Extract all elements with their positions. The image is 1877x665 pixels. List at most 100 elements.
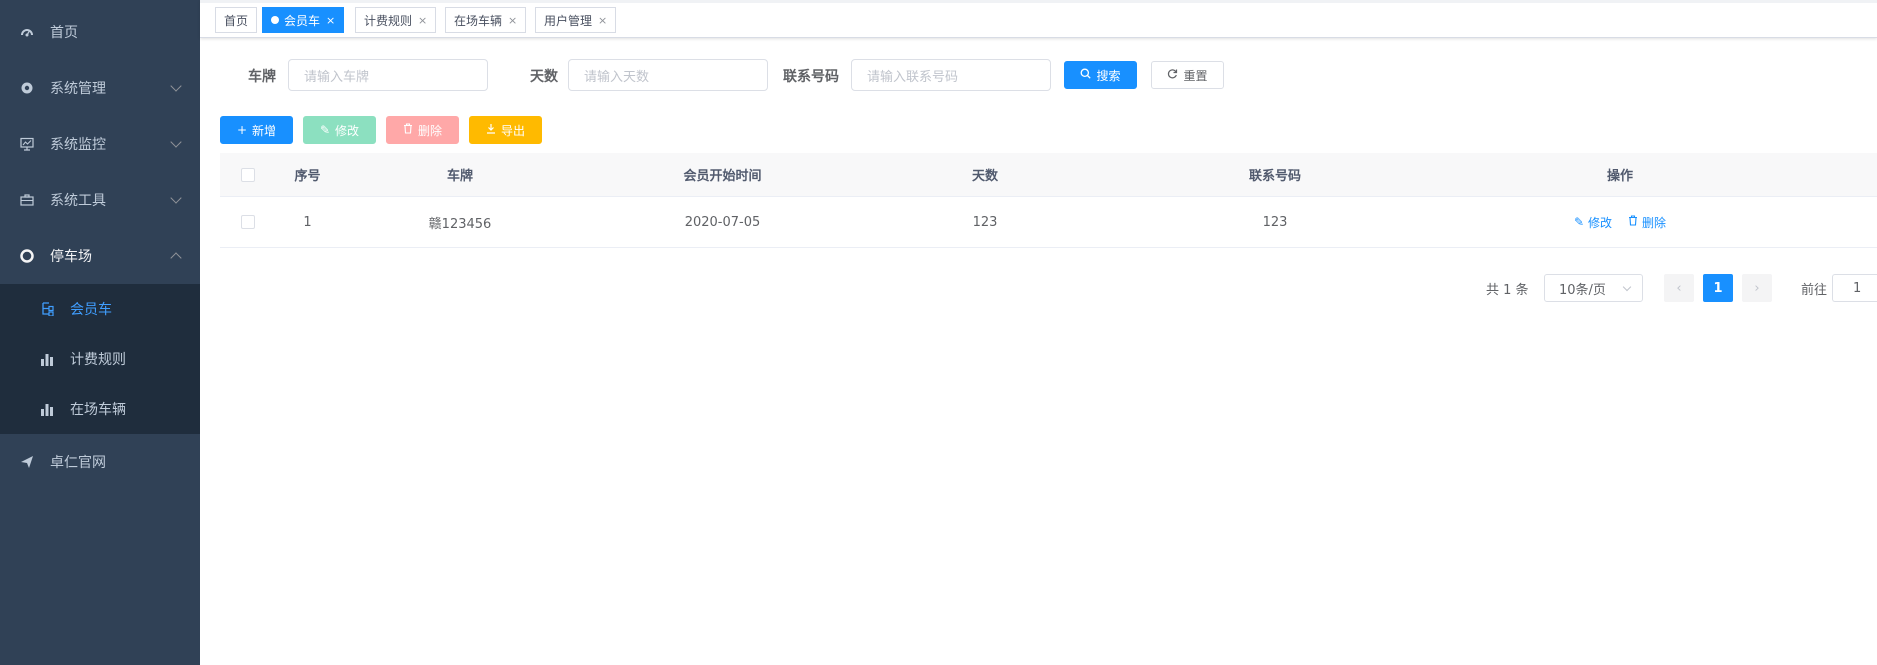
search-button[interactable]: 搜索 — [1064, 61, 1137, 89]
row-edit-link[interactable]: ✎ 修改 — [1574, 214, 1612, 231]
tag-billing-rules[interactable]: 计费规则 × — [355, 7, 437, 33]
chevron-down-icon — [170, 80, 182, 92]
delete-button[interactable]: 删除 — [386, 116, 459, 144]
header-actions: 操作 — [1606, 169, 1633, 184]
sidebar: 首页 系统管理 系统监控 系统工具 停车场 会员车 计费规则 在场车辆 卓仁官网 — [0, 0, 200, 665]
plate-label: 车牌 — [248, 69, 276, 85]
header-plate: 车牌 — [446, 169, 473, 184]
close-icon[interactable]: × — [326, 14, 335, 27]
header-phone: 联系号码 — [1248, 169, 1301, 184]
parking-submenu: 会员车 计费规则 在场车辆 — [0, 284, 200, 434]
sidebar-item-label: 计费规则 — [70, 352, 126, 368]
chevron-down-icon — [170, 136, 182, 148]
sidebar-item-label: 系统监控 — [50, 137, 106, 153]
table-header: 序号 车牌 会员开始时间 天数 联系号码 操作 — [220, 153, 1877, 197]
sidebar-item-label: 系统工具 — [50, 193, 106, 209]
cell-days: 123 — [972, 214, 998, 230]
days-label: 天数 — [530, 69, 558, 85]
tag-user-management[interactable]: 用户管理 × — [535, 7, 617, 33]
tag-label: 在场车辆 — [454, 13, 503, 28]
row-select-cell — [220, 197, 275, 247]
page-1-button[interactable]: 1 — [1703, 274, 1733, 302]
select-all-cell — [220, 153, 275, 196]
add-button[interactable]: + 新增 — [220, 116, 293, 144]
tag-label: 首页 — [224, 13, 249, 28]
chevron-down-icon — [170, 192, 182, 204]
sidebar-item-system-management[interactable]: 系统管理 — [0, 60, 200, 116]
send-icon — [20, 455, 34, 469]
chevron-down-icon — [1622, 282, 1632, 292]
search-icon — [1080, 68, 1092, 82]
pagination-total: 共 1 条 — [1486, 283, 1529, 298]
trash-icon — [403, 123, 413, 137]
tag-label: 会员车 — [284, 13, 321, 28]
header-index: 序号 — [294, 169, 321, 184]
cell-plate: 赣123456 — [428, 216, 492, 232]
select-all-checkbox[interactable] — [240, 167, 255, 182]
sidebar-item-system-monitor[interactable]: 系统监控 — [0, 116, 200, 172]
sidebar-item-label: 系统管理 — [50, 81, 106, 97]
sidebar-item-label: 在场车辆 — [70, 402, 126, 418]
tag-label: 用户管理 — [544, 13, 593, 28]
sidebar-item-billing-rules[interactable]: 计费规则 — [0, 334, 200, 384]
download-icon — [486, 123, 496, 137]
member-car-table: 序号 车牌 会员开始时间 天数 联系号码 操作 1 赣123456 2020-0… — [220, 153, 1877, 248]
export-button[interactable]: 导出 — [469, 116, 542, 144]
chevron-left-icon: ‹ — [1676, 280, 1682, 296]
phone-placeholder: 请输入联系号码 — [867, 69, 959, 85]
chevron-up-icon — [170, 252, 182, 264]
cell-actions: ✎ 修改 删除 — [1445, 197, 1795, 247]
phone-label: 联系号码 — [783, 69, 839, 85]
sidebar-item-label: 会员车 — [70, 302, 112, 318]
cell-index: 1 — [303, 214, 312, 230]
prev-page-button[interactable]: ‹ — [1664, 274, 1694, 302]
sidebar-item-member-car[interactable]: 会员车 — [0, 284, 200, 334]
edit-button[interactable]: ✎ 修改 — [303, 116, 376, 144]
sidebar-item-home[interactable]: 首页 — [0, 4, 200, 60]
header-start-time: 会员开始时间 — [683, 169, 762, 184]
toolbox-icon — [20, 193, 34, 207]
sidebar-item-official-site[interactable]: 卓仁官网 — [0, 434, 200, 490]
edit-icon: ✎ — [319, 123, 331, 137]
dashboard-icon — [20, 25, 34, 39]
edit-icon: ✎ — [1573, 215, 1585, 229]
close-icon[interactable]: × — [418, 14, 427, 27]
sidebar-item-system-tools[interactable]: 系统工具 — [0, 172, 200, 228]
chevron-right-icon: › — [1754, 280, 1760, 296]
row-delete-link[interactable]: 删除 — [1628, 214, 1666, 231]
tag-vehicles-on-site[interactable]: 在场车辆 × — [445, 7, 527, 33]
monitor-icon — [20, 137, 34, 151]
close-icon[interactable]: × — [598, 14, 607, 27]
days-input[interactable]: 请输入天数 — [568, 59, 768, 91]
tag-member-car[interactable]: 会员车 × — [262, 7, 345, 33]
tags-view: 首页 会员车 × 计费规则 × 在场车辆 × 用户管理 × — [200, 0, 1877, 38]
sidebar-item-label: 卓仁官网 — [50, 455, 106, 471]
days-placeholder: 请输入天数 — [584, 69, 650, 85]
close-icon[interactable]: × — [508, 14, 517, 27]
reset-button[interactable]: 重置 — [1151, 61, 1224, 89]
goto-label: 前往 — [1801, 283, 1828, 298]
bar-chart-icon — [40, 402, 54, 416]
refresh-icon — [1167, 68, 1178, 82]
header-days: 天数 — [971, 169, 998, 184]
page-size-select[interactable]: 10条/页 — [1544, 274, 1643, 302]
gear-icon — [20, 81, 34, 95]
plus-icon: + — [236, 123, 248, 137]
cell-phone: 123 — [1262, 214, 1288, 230]
next-page-button[interactable]: › — [1742, 274, 1772, 302]
sidebar-item-vehicles-on-site[interactable]: 在场车辆 — [0, 384, 200, 434]
tag-label: 计费规则 — [364, 13, 413, 28]
row-checkbox[interactable] — [240, 215, 255, 229]
cell-start-time: 2020-07-05 — [684, 214, 761, 230]
trash-icon — [1628, 215, 1638, 229]
plate-placeholder: 请输入车牌 — [304, 69, 370, 85]
bar-chart-icon — [40, 352, 54, 366]
phone-input[interactable]: 请输入联系号码 — [851, 59, 1051, 91]
sidebar-item-label: 首页 — [50, 25, 78, 41]
plate-input[interactable]: 请输入车牌 — [288, 59, 488, 91]
active-dot-icon — [271, 16, 279, 24]
tag-home[interactable]: 首页 — [215, 7, 258, 33]
goto-page-input[interactable]: 1 — [1832, 274, 1877, 302]
sidebar-item-parking[interactable]: 停车场 — [0, 228, 200, 284]
lifebuoy-icon — [20, 249, 34, 263]
